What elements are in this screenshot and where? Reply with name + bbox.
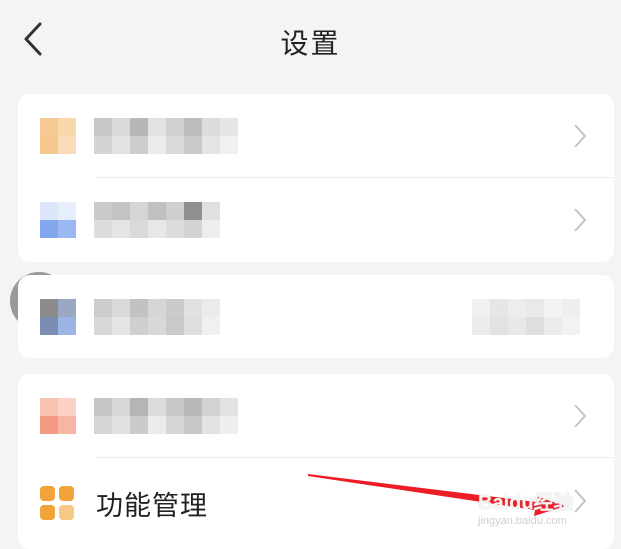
watermark: Baidu经验 jingyan.baidu.com [478,486,574,527]
feature-management-label: 功能管理 [96,491,208,522]
settings-row-blurred-2[interactable] [18,178,614,262]
grid-apps-icon [40,486,74,520]
blurred-row-icon [40,202,76,238]
blurred-row-value [472,299,580,335]
watermark-sub: jingyan.baidu.com [478,515,567,527]
blurred-row-icon [40,398,76,434]
blurred-row-label [94,118,238,154]
settings-card-2 [18,275,614,358]
settings-row-blurred-4[interactable] [18,374,614,458]
page-title: 设置 [280,27,341,60]
settings-card-1 [18,94,614,262]
settings-row-blurred-3[interactable] [18,275,614,358]
blurred-row-label [94,202,220,238]
watermark-main: Baidu经验 [478,492,574,514]
blurred-row-label [94,299,220,335]
blurred-row-icon [40,299,76,335]
settings-row-blurred-1[interactable] [18,94,614,178]
chevron-right-icon [572,488,588,514]
chevron-right-icon [572,123,588,149]
blurred-row-icon [40,118,76,154]
blurred-row-label [94,398,238,434]
chevron-right-icon [572,207,588,233]
chevron-right-icon [572,403,588,429]
top-bar: 设置 [0,0,621,82]
